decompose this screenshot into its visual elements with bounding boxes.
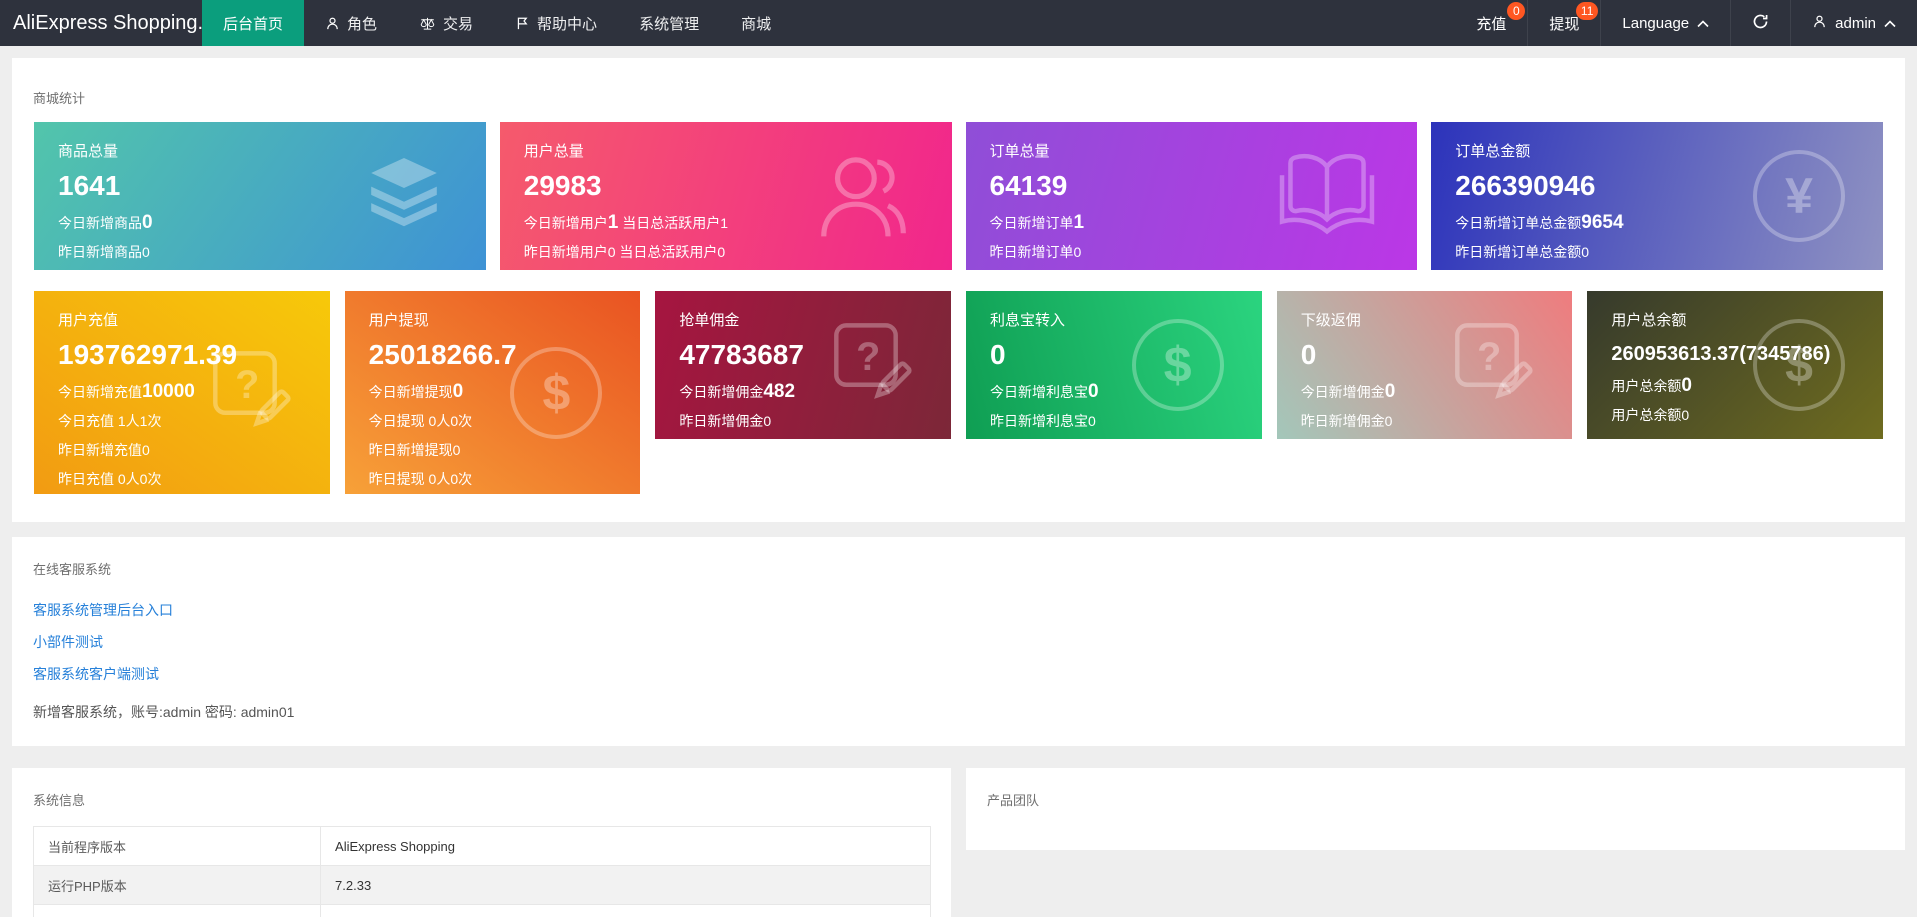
stat-card-order-amount-total: 订单总金额266390946今日新增订单总金额9654昨日新增订单总金额0¥	[1431, 122, 1883, 270]
stats-row-2: 用户充值193762971.39今日新增充值10000今日充值 1人1次昨日新增…	[34, 291, 1883, 494]
stat-card-title: 用户提现	[369, 309, 641, 330]
nav-item-1[interactable]: 后台首页	[202, 0, 304, 46]
nav-item-6[interactable]: 商城	[720, 0, 792, 46]
stat-card-users-total: 用户总量29983今日新增用户1 当日总活跃用户1昨日新增用户0 当日总活跃用户…	[500, 122, 952, 270]
recharge-button[interactable]: 充值 0	[1455, 0, 1527, 46]
mall-statistics-panel: 商城统计 商品总量1641今日新增商品0昨日新增商品0用户总量29983今日新增…	[12, 58, 1905, 522]
dollar-circle-icon: $	[1753, 319, 1845, 411]
stat-card-grab-commission: 抢单佣金47783687今日新增佣金482昨日新增佣金0?	[655, 291, 951, 439]
service-note: 新增客服系统，账号:admin 密码: admin01	[33, 702, 1905, 722]
top-navbar: AliExpress Shopping... 后台首页 角色 交易 帮助中心 系统管理 商…	[0, 0, 1917, 46]
panel-title: 系统信息	[33, 790, 931, 809]
table-row: 运行PHP版本7.2.33	[34, 866, 931, 905]
stat-card-goods-total: 商品总量1641今日新增商品0昨日新增商品0	[34, 122, 486, 270]
stat-card-line: 昨日新增提现0	[369, 441, 641, 460]
system-info-table: 当前程序版本AliExpress Shopping运行PHP版本7.2.33Th…	[33, 826, 931, 917]
nav-item-label: 交易	[443, 13, 473, 34]
layers-icon	[360, 153, 448, 240]
table-cell-label: ThinkPHP版本	[34, 905, 321, 917]
bottom-row: 系统信息 当前程序版本AliExpress Shopping运行PHP版本7.2…	[12, 768, 1905, 917]
panel-title: 在线客服系统	[33, 559, 1905, 578]
stat-card-line: 昨日新增充值0	[58, 441, 330, 460]
table-cell-label: 运行PHP版本	[34, 866, 321, 905]
dollar-circle-icon: $	[1132, 319, 1224, 411]
table-cell-value: 5.1.38 LTS	[321, 905, 931, 917]
stat-card-line: 昨日新增商品0	[58, 243, 486, 262]
withdraw-label: 提现	[1549, 13, 1579, 34]
stat-card-sub-rebate: 下级返佣0今日新增佣金0昨日新增佣金0?	[1277, 291, 1573, 439]
stat-card-title: 用户充值	[58, 309, 330, 330]
users-icon	[810, 142, 914, 251]
user-menu[interactable]: admin	[1790, 0, 1917, 46]
book-icon	[1275, 146, 1379, 247]
doc-question-icon: ?	[819, 316, 913, 415]
doc-question-icon: ?	[198, 343, 292, 442]
system-info-panel: 系统信息 当前程序版本AliExpress Shopping运行PHP版本7.2…	[12, 768, 951, 917]
svg-text:?: ?	[856, 335, 880, 379]
stat-card-line: 昨日提现 0人0次	[369, 470, 641, 489]
withdraw-button[interactable]: 提现 11	[1527, 0, 1600, 46]
panel-title: 商城统计	[12, 88, 1905, 107]
table-cell-value: AliExpress Shopping	[321, 827, 931, 866]
withdraw-badge: 11	[1576, 2, 1598, 20]
nav-item-label: 系统管理	[639, 13, 699, 34]
nav-item-label: 角色	[347, 13, 377, 34]
nav-item-label: 帮助中心	[537, 13, 597, 34]
user-icon	[1812, 14, 1827, 33]
stat-card-orders-total: 订单总量64139今日新增订单1昨日新增订单0	[966, 122, 1418, 270]
language-label: Language	[1622, 15, 1689, 32]
table-row: ThinkPHP版本5.1.38 LTS	[34, 905, 931, 917]
app-title: AliExpress Shopping...	[0, 0, 202, 46]
service-admin-entry-link[interactable]: 客服系统管理后台入口	[33, 600, 173, 620]
main-menu: 后台首页 角色 交易 帮助中心 系统管理 商城	[202, 0, 792, 46]
nav-item-label: 商城	[741, 13, 771, 34]
stats-row-1: 商品总量1641今日新增商品0昨日新增商品0用户总量29983今日新增用户1 当…	[34, 122, 1883, 270]
service-links: 客服系统管理后台入口 小部件测试 客服系统客户端测试	[33, 600, 1905, 684]
refresh-icon	[1752, 13, 1769, 34]
svg-text:?: ?	[1477, 335, 1501, 379]
panel-title: 产品团队	[987, 790, 1905, 809]
nav-item-5[interactable]: 系统管理	[618, 0, 720, 46]
dollar-circle-icon: $	[510, 347, 602, 439]
navbar-right: 充值 0 提现 11 Language admin	[1455, 0, 1917, 46]
recharge-badge: 0	[1507, 2, 1525, 20]
table-cell-label: 当前程序版本	[34, 827, 321, 866]
nav-item-3[interactable]: 交易	[398, 0, 494, 46]
stat-card-user-balance: 用户总余额260953613.37(7345786)用户总余额0用户总余额0$	[1587, 291, 1883, 439]
stat-card-interest-transfer: 利息宝转入0今日新增利息宝0昨日新增利息宝0$	[966, 291, 1262, 439]
nav-item-label: 后台首页	[223, 13, 283, 34]
stat-card-line: 昨日新增利息宝0	[990, 412, 1262, 431]
widget-test-link[interactable]: 小部件测试	[33, 632, 103, 652]
chevron-up-icon	[1884, 15, 1896, 32]
chevron-up-icon	[1697, 15, 1709, 32]
refresh-button[interactable]	[1730, 0, 1790, 46]
stat-card-line: 昨日新增订单总金额0	[1455, 243, 1883, 262]
user-name: admin	[1835, 15, 1876, 32]
svg-text:?: ?	[235, 362, 259, 406]
table-row: 当前程序版本AliExpress Shopping	[34, 827, 931, 866]
scales-icon	[419, 16, 436, 31]
flag-icon	[515, 16, 530, 31]
doc-question-icon: ?	[1440, 316, 1534, 415]
customer-service-panel: 在线客服系统 客服系统管理后台入口 小部件测试 客服系统客户端测试 新增客服系统…	[12, 537, 1905, 746]
stat-card-line: 昨日充值 0人0次	[58, 470, 330, 489]
stat-card-user-recharge: 用户充值193762971.39今日新增充值10000今日充值 1人1次昨日新增…	[34, 291, 330, 494]
table-cell-value: 7.2.33	[321, 866, 931, 905]
nav-item-4[interactable]: 帮助中心	[494, 0, 618, 46]
person-icon	[325, 16, 340, 31]
recharge-label: 充值	[1476, 13, 1506, 34]
stat-card-user-withdraw: 用户提现25018266.7今日新增提现0今日提现 0人0次昨日新增提现0昨日提…	[345, 291, 641, 494]
nav-item-2[interactable]: 角色	[304, 0, 398, 46]
language-dropdown[interactable]: Language	[1600, 0, 1730, 46]
service-client-test-link[interactable]: 客服系统客户端测试	[33, 664, 159, 684]
yen-circle-icon: ¥	[1753, 150, 1845, 242]
product-team-panel: 产品团队	[966, 768, 1905, 850]
